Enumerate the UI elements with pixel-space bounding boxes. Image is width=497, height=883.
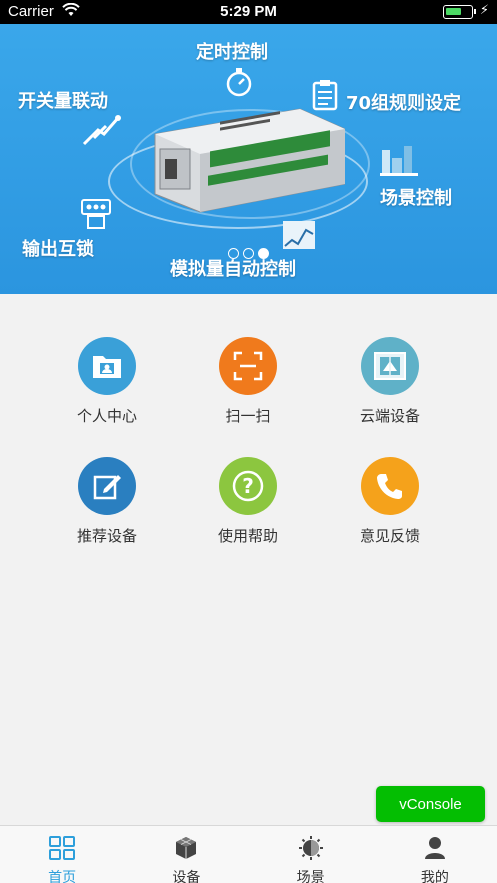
help-icon: ? [219,457,277,515]
user-icon [424,836,446,864]
tab-label: 我的 [420,870,449,883]
banner-label-timer: 定时控制 [196,42,268,63]
clipboard-icon [312,79,338,115]
tab-label: 首页 [48,870,77,883]
carousel-dot[interactable] [228,248,239,259]
chart-icon [282,220,316,254]
status-bar: Carrier 5:29 PM ⚡ [0,0,497,24]
lock-grid-icon [80,198,112,234]
carousel-dot-active[interactable] [258,248,269,259]
menu-item-help[interactable]: ? 使用帮助 [178,457,318,546]
carousel-dot[interactable] [243,248,254,259]
carousel-indicator[interactable] [228,248,269,259]
banner-carousel[interactable]: 定时控制 开关量联动 70组规则设定 场景控制 输出互锁 模拟量自动控制 [0,24,497,294]
tab-device[interactable]: 设备 [124,826,248,883]
city-icon [380,144,418,180]
clock: 5:29 PM [220,3,277,20]
controller-device-image [154,108,345,213]
menu-item-scan[interactable]: 扫一扫 [178,337,318,426]
tab-mine[interactable]: 我的 [373,826,497,883]
hand-tool-icon [80,112,124,152]
menu-item-recommended-device[interactable]: 推荐设备 [37,457,177,546]
menu-item-label: 推荐设备 [76,527,137,545]
phone-icon [361,457,419,515]
grid-icon [49,836,76,864]
banner-label-switch: 开关量联动 [18,91,108,112]
menu-item-label: 扫一扫 [225,407,271,425]
menu-item-label: 个人中心 [76,407,137,425]
menu-item-feedback[interactable]: 意见反馈 [320,457,460,546]
tab-scene[interactable]: 场景 [249,826,373,883]
cube-icon [174,836,198,864]
tab-label: 场景 [296,870,325,883]
folder-user-icon [78,337,136,395]
scene-icon [298,836,323,864]
menu-item-label: 意见反馈 [359,527,420,545]
tab-label: 设备 [172,870,201,883]
stopwatch-icon [225,66,253,102]
menu-item-label: 云端设备 [359,407,420,425]
banner-label-rules: 70组规则设定 [346,93,462,114]
menu-item-personal-center[interactable]: 个人中心 [37,337,177,426]
battery-icon [443,5,476,19]
banner-label-scene: 场景控制 [380,188,452,209]
vconsole-button[interactable]: vConsole [376,786,485,822]
tab-home[interactable]: 首页 [0,826,124,883]
cloud-device-icon [361,337,419,395]
charging-icon: ⚡ [479,3,489,18]
banner-label-interlock: 输出互锁 [22,239,94,260]
edit-icon [78,457,136,515]
scan-icon [219,337,277,395]
tab-bar: 首页 设备 场景 我的 [0,825,497,883]
menu-item-cloud-device[interactable]: 云端设备 [320,337,460,426]
menu-item-label: 使用帮助 [217,527,278,545]
svg-text:?: ? [242,474,254,498]
